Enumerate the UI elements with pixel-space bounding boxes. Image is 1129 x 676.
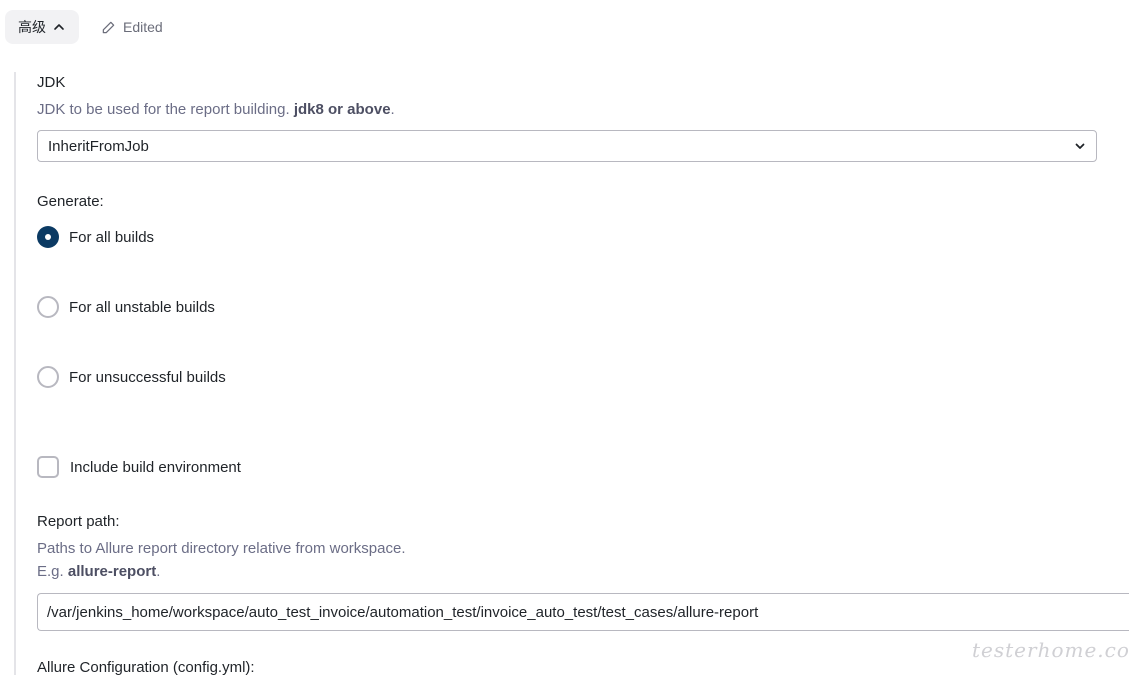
include-env-option[interactable]: Include build environment [37,456,241,478]
watermark: testerhome.com [972,638,1129,662]
jdk-select[interactable]: InheritFromJob [37,130,1097,162]
advanced-bar: 高级 Edited [5,10,163,44]
report-path-help-prefix: E.g. [37,563,68,580]
include-env-checkbox[interactable] [37,456,59,478]
advanced-toggle-button[interactable]: 高级 [5,10,79,44]
radio-button[interactable] [37,296,59,318]
edited-indicator: Edited [101,19,163,35]
report-path-value: /var/jenkins_home/workspace/auto_test_in… [47,603,759,621]
radio-all-builds[interactable]: For all builds [37,226,154,248]
edited-label: Edited [123,19,163,35]
jdk-help: JDK to be used for the report building. … [37,99,395,120]
chevron-down-icon [1075,143,1085,149]
radio-unsuccessful-builds[interactable]: For unsuccessful builds [37,366,226,388]
jdk-select-value: InheritFromJob [48,137,149,155]
section-divider [14,72,16,675]
radio-button-checked[interactable] [37,226,59,248]
radio-label-unsuccessful-builds: For unsuccessful builds [69,368,226,386]
allure-config-label: Allure Configuration (config.yml): [37,659,255,676]
include-env-label: Include build environment [70,458,241,476]
advanced-label: 高级 [18,19,46,35]
report-path-label: Report path: [37,513,120,530]
jdk-label: JDK [37,74,66,91]
report-path-help-bold: allure-report [67,563,157,580]
report-path-help-line1: Paths to Allure report directory relativ… [37,540,406,557]
pencil-icon [102,21,115,33]
radio-label-unstable-builds: For all unstable builds [69,298,215,316]
chevron-up-icon [54,24,64,30]
generate-label: Generate: [37,193,104,210]
jdk-help-text: JDK to be used for the report building. [37,101,294,118]
radio-label-all-builds: For all builds [69,228,155,246]
radio-unstable-builds[interactable]: For all unstable builds [37,296,215,318]
report-path-input[interactable]: /var/jenkins_home/workspace/auto_test_in… [37,593,1129,631]
radio-button[interactable] [37,366,59,388]
jdk-help-bold: jdk8 or above [293,101,391,118]
report-path-help-suffix: . [156,563,161,580]
report-path-help-line2: E.g. allure-report. [37,561,160,582]
jdk-help-suffix: . [390,101,395,118]
